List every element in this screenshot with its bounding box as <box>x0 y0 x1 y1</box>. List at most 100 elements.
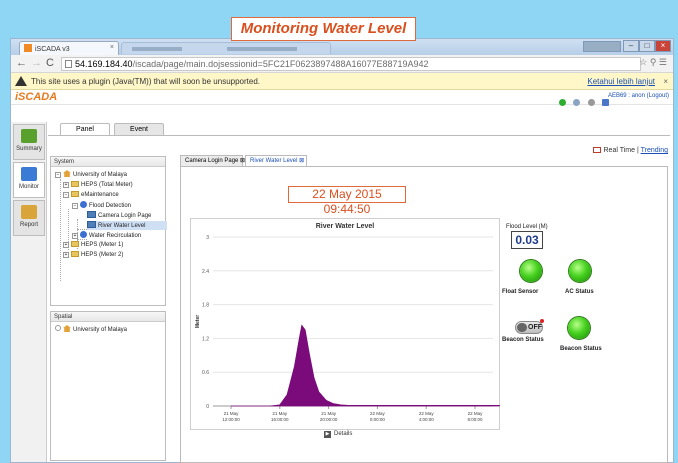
tab-camera-login[interactable]: Camera Login Page ⊠ <box>180 155 245 166</box>
tree-item-root[interactable]: − University of Malaya <box>55 170 127 179</box>
expand-icon[interactable]: + <box>63 252 69 258</box>
settings-icon[interactable] <box>573 99 581 106</box>
tab-close-icon[interactable]: ⊠ <box>299 158 304 164</box>
expand-icon[interactable]: + <box>63 182 69 188</box>
beacon-toggle-text: OFF <box>528 324 542 331</box>
spatial-tree-root[interactable]: University of Malaya <box>55 325 127 334</box>
url-host: 54.169.184.40 <box>75 59 133 69</box>
beacon-status-label-1: Beacon Status <box>502 337 544 343</box>
tree-item-heps-meter2[interactable]: + HEPS (Meter 2) <box>63 251 123 260</box>
x-tick-label: 16:00:00 <box>271 417 289 422</box>
online-status-icon <box>558 99 566 106</box>
float-sensor-label: Float Sensor <box>502 289 539 295</box>
spatial-panel-title: Spatial <box>51 312 165 322</box>
globe-icon <box>80 231 87 238</box>
sidebar-label-summary: Summary <box>16 146 42 152</box>
tab-panel[interactable]: Panel <box>60 123 110 135</box>
minimize-button[interactable]: – <box>623 40 639 52</box>
page-caption: Monitoring Water Level <box>231 17 416 41</box>
monitor-icon[interactable] <box>602 99 609 106</box>
radio-icon[interactable] <box>55 325 61 331</box>
expand-icon[interactable]: + <box>72 233 78 239</box>
river-water-level-chart: River Water Level 0 0.6 1.2 1.8 2.4 3 Meter 21 … <box>190 218 500 430</box>
url-path: /iscada/page/main.dojsessionid=5FC21F062… <box>132 59 429 69</box>
browser-tab[interactable]: iSCADA v3 × <box>19 41 119 55</box>
trending-link[interactable]: Trending <box>641 147 668 154</box>
expand-icon[interactable]: + <box>63 242 69 248</box>
forward-icon[interactable]: → <box>31 57 42 69</box>
system-panel-title: System <box>51 157 165 167</box>
tree-item-river-water-level[interactable]: River Water Level <box>87 221 167 230</box>
browser-tab-inactive[interactable] <box>121 42 331 54</box>
toggle-knob <box>517 323 527 332</box>
tree-item-heps-meter1[interactable]: + HEPS (Meter 1) <box>63 241 123 250</box>
home-icon <box>63 325 71 332</box>
report-icon <box>21 205 37 219</box>
plugin-infobar: This site uses a plugin (Java(TM)) that … <box>11 73 673 90</box>
realtime-link[interactable]: Real Time <box>604 147 636 154</box>
play-icon: ▶ <box>324 431 331 438</box>
close-window-button[interactable]: × <box>655 40 671 52</box>
folder-icon <box>71 181 79 187</box>
maximize-button[interactable]: □ <box>639 40 655 52</box>
x-tick-label: 0:00:00 <box>370 417 386 422</box>
folder-icon <box>71 191 79 197</box>
address-bar: ← → C 54.169.184.40/iscada/page/main.doj… <box>11 55 673 73</box>
tree-item-camera-login[interactable]: Camera Login Page <box>87 211 151 220</box>
water-level-area <box>231 324 500 407</box>
page-icon <box>87 221 96 228</box>
x-tick-label: 21 May <box>272 411 288 416</box>
tab-close-icon[interactable]: × <box>110 44 114 51</box>
sound-icon[interactable] <box>587 99 595 106</box>
sidebar-item-monitor[interactable]: Monitor <box>13 162 45 198</box>
tab-event[interactable]: Event <box>114 123 164 135</box>
y-axis-label: Meter <box>195 315 201 328</box>
header-status-icons <box>556 93 609 111</box>
infobar-close-icon[interactable]: × <box>663 73 668 90</box>
x-tick-label: 21 May <box>224 411 240 416</box>
home-icon <box>63 170 71 177</box>
spatial-panel: Spatial University of Malaya <box>50 311 166 461</box>
datetime-display: 22 May 2015 09:44:50 <box>288 186 406 216</box>
warning-icon <box>15 76 27 86</box>
x-tick-label: 20:00:00 <box>320 417 338 422</box>
y-tick-label: 3 <box>206 235 209 241</box>
ac-status-led-icon <box>569 260 591 282</box>
reload-icon[interactable]: C <box>46 57 54 69</box>
collapse-icon[interactable]: − <box>72 203 78 209</box>
details-button[interactable]: ▶ Details <box>324 431 352 438</box>
sidebar-label-monitor: Monitor <box>18 184 39 190</box>
x-tick-label: 22 May <box>468 411 484 416</box>
details-label: Details <box>334 431 353 437</box>
learn-more-link[interactable]: Ketahui lebih lanjut <box>587 73 655 90</box>
sidebar-item-report[interactable]: Report <box>13 200 45 236</box>
chart-plot: 00.61.21.82.43Meter21 May12:00:0021 May1… <box>195 235 500 422</box>
user-logout-link[interactable]: AEB69 : anon (Logout) <box>608 93 669 99</box>
view-mode-links: Real Time | Trending <box>592 147 668 154</box>
toggle-indicator-dot <box>540 319 544 323</box>
y-tick-label: 0.6 <box>202 370 209 376</box>
tree-item-heps-total[interactable]: + HEPS (Total Meter) <box>63 181 133 190</box>
page-icon <box>87 211 96 218</box>
app-logo: iSCADA <box>15 91 58 103</box>
window-user-badge <box>583 41 621 52</box>
sidebar-item-summary[interactable]: Summary <box>13 124 45 160</box>
tree-item-water-recirculation[interactable]: + Water Recirculation <box>72 231 141 240</box>
beacon-toggle[interactable]: OFF <box>515 319 544 334</box>
collapse-icon[interactable]: − <box>55 172 61 178</box>
tree-item-emaintenance[interactable]: − eMaintenance <box>63 191 119 200</box>
system-panel: System − University of Malaya + HEPS (Tota… <box>50 156 167 306</box>
tab-river-water-level[interactable]: River Water Level ⊠ <box>245 155 307 166</box>
y-tick-label: 2.4 <box>202 269 209 275</box>
folder-icon <box>71 241 79 247</box>
folder-icon <box>71 251 79 257</box>
beacon-status-label-2: Beacon Status <box>560 346 602 352</box>
tree-item-flood-detection[interactable]: − Flood Detection <box>72 201 131 210</box>
url-input[interactable]: 54.169.184.40/iscada/page/main.dojsessio… <box>61 57 641 71</box>
flood-level-value: 0.03 <box>511 231 543 249</box>
realtime-icon <box>592 147 601 153</box>
browser-menu-icon[interactable]: ☆ ⚲ ☰ <box>639 57 667 68</box>
left-sidebar: Summary Monitor Report <box>11 122 47 462</box>
collapse-icon[interactable]: − <box>63 192 69 198</box>
back-icon[interactable]: ← <box>16 57 27 69</box>
